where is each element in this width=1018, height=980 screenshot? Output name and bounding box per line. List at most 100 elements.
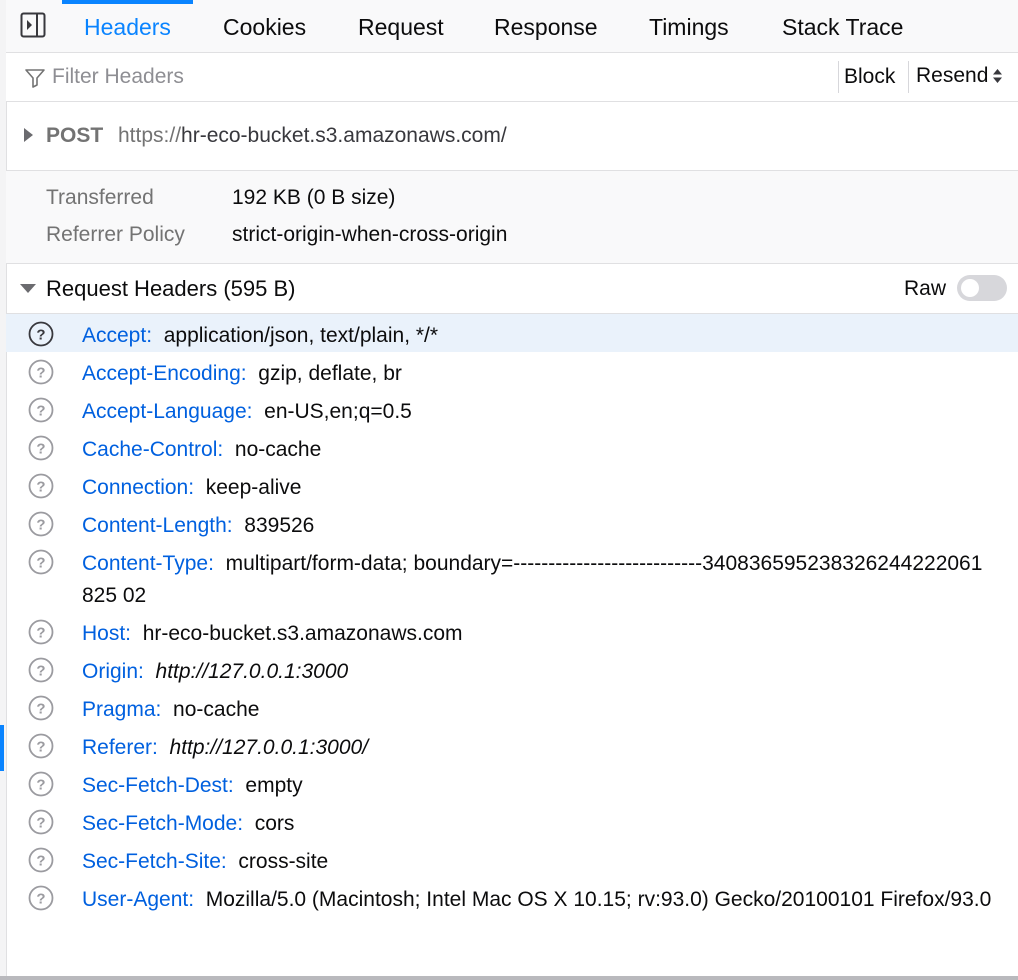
header-name: Referer:	[82, 736, 158, 759]
help-circle-icon[interactable]: ?	[28, 549, 54, 575]
svg-text:?: ?	[36, 365, 45, 382]
help-circle-icon[interactable]: ?	[28, 733, 54, 759]
header-value: cross-site	[238, 850, 329, 873]
header-row[interactable]: ? Origin: http://127.0.0.1:3000	[6, 650, 1018, 688]
header-row[interactable]: ? Sec-Fetch-Mode: cors	[6, 802, 1018, 840]
tab-timings[interactable]: Timings	[649, 0, 729, 52]
help-circle-icon[interactable]: ?	[28, 619, 54, 645]
header-value: 839526	[244, 514, 315, 537]
svg-text:?: ?	[36, 815, 45, 832]
help-circle-icon[interactable]: ?	[28, 473, 54, 499]
help-circle-icon[interactable]: ?	[28, 511, 54, 537]
bottom-edge	[0, 976, 1018, 980]
tab-request[interactable]: Request	[358, 0, 444, 52]
header-name: Content-Type:	[82, 552, 214, 575]
url-scheme: https://	[118, 124, 182, 147]
help-circle-icon[interactable]: ?	[28, 847, 54, 873]
header-value: no-cache	[173, 698, 260, 721]
header-value: http://127.0.0.1:3000	[155, 660, 349, 683]
header-name: Accept-Language:	[82, 400, 253, 423]
help-circle-icon[interactable]: ?	[28, 435, 54, 461]
header-name: Connection:	[82, 476, 195, 499]
header-row[interactable]: ? Content-Length: 839526	[6, 504, 1018, 542]
help-circle-icon[interactable]: ?	[28, 397, 54, 423]
header-row[interactable]: ? Sec-Fetch-Dest: empty	[6, 764, 1018, 802]
header-text: Sec-Fetch-Dest: empty	[82, 770, 992, 802]
resend-label: Resend	[916, 64, 989, 87]
header-name: Sec-Fetch-Dest:	[82, 774, 234, 797]
header-value: http://127.0.0.1:3000/	[169, 736, 369, 759]
svg-text:?: ?	[36, 853, 45, 870]
help-circle-icon[interactable]: ?	[28, 321, 54, 347]
svg-text:?: ?	[36, 891, 45, 908]
header-text: Origin: http://127.0.0.1:3000	[82, 656, 992, 688]
sidebar-toggle-icon[interactable]	[20, 12, 46, 38]
header-name: User-Agent:	[82, 888, 195, 911]
raw-toggle[interactable]	[957, 275, 1007, 301]
expand-triangle-icon[interactable]	[24, 128, 33, 142]
header-row[interactable]: ? Sec-Fetch-Site: cross-site	[6, 840, 1018, 878]
raw-label: Raw	[904, 277, 947, 300]
header-text: User-Agent: Mozilla/5.0 (Macintosh; Intel…	[82, 884, 992, 916]
resend-button[interactable]: Resend	[916, 53, 1003, 101]
header-value: hr-eco-bucket.s3.amazonaws.com	[142, 622, 463, 645]
header-name: Pragma:	[82, 698, 162, 721]
divider	[838, 61, 839, 93]
filter-headers-input[interactable]	[52, 61, 832, 93]
header-row[interactable]: ? User-Agent: Mozilla/5.0 (Macintosh; Inte…	[6, 878, 1018, 948]
request-headers-section-header[interactable]: Request Headers (595 B) Raw	[6, 264, 1018, 314]
referrer-policy-label: Referrer Policy	[46, 223, 185, 246]
transferred-value: 192 KB (0 B size)	[232, 186, 396, 209]
block-button[interactable]: Block	[844, 53, 895, 101]
collapse-triangle-icon[interactable]	[20, 284, 36, 293]
help-circle-icon[interactable]: ?	[28, 695, 54, 721]
tab-cookies[interactable]: Cookies	[223, 0, 306, 52]
header-value: no-cache	[234, 438, 322, 461]
help-circle-icon[interactable]: ?	[28, 771, 54, 797]
header-text: Content-Length: 839526	[82, 510, 992, 542]
filter-icon	[24, 67, 46, 89]
svg-text:?: ?	[36, 403, 45, 420]
left-panel-selection-marker	[0, 725, 4, 771]
svg-text:?: ?	[36, 739, 45, 756]
transferred-label: Transferred	[46, 186, 154, 209]
header-text: Sec-Fetch-Mode: cors	[82, 808, 992, 840]
url-host-path: hr-eco-bucket.s3.amazonaws.com/	[181, 124, 507, 147]
help-circle-icon[interactable]: ?	[28, 359, 54, 385]
header-row[interactable]: ? Accept-Language: en-US,en;q=0.5	[6, 390, 1018, 428]
header-text: Referer: http://127.0.0.1:3000/	[82, 732, 992, 764]
header-row[interactable]: ? Host: hr-eco-bucket.s3.amazonaws.com	[6, 612, 1018, 650]
header-value: Mozilla/5.0 (Macintosh; Intel Mac OS X 1…	[205, 888, 992, 911]
header-name: Cache-Control:	[82, 438, 224, 461]
header-name: Sec-Fetch-Site:	[82, 850, 227, 873]
header-text: Accept-Encoding: gzip, deflate, br	[82, 358, 992, 390]
tab-bar: Headers Cookies Request Response Timings…	[6, 0, 1018, 53]
tab-stack-trace[interactable]: Stack Trace	[782, 0, 903, 52]
filter-bar: Block Resend	[6, 53, 1018, 102]
request-summary[interactable]: POST https://hr-eco-bucket.s3.amazonaws.…	[6, 102, 1018, 171]
header-value: gzip, deflate, br	[258, 362, 402, 385]
tab-headers[interactable]: Headers	[62, 0, 193, 52]
help-circle-icon[interactable]: ?	[28, 657, 54, 683]
header-row[interactable]: ? Content-Type: multipart/form-data; bound…	[6, 542, 1018, 612]
header-row[interactable]: ? Accept-Encoding: gzip, deflate, br	[6, 352, 1018, 390]
help-circle-icon[interactable]: ?	[28, 809, 54, 835]
help-circle-icon[interactable]: ?	[28, 885, 54, 911]
header-row[interactable]: ? Accept: application/json, text/plain, */…	[6, 314, 1018, 352]
header-text: Accept-Language: en-US,en;q=0.5	[82, 396, 992, 428]
svg-text:?: ?	[36, 517, 45, 534]
header-text: Cache-Control: no-cache	[82, 434, 992, 466]
toggle-knob	[961, 279, 979, 297]
header-name: Content-Length:	[82, 514, 233, 537]
header-row[interactable]: ? Connection: keep-alive	[6, 466, 1018, 504]
header-name: Accept-Encoding:	[82, 362, 247, 385]
tab-response[interactable]: Response	[494, 0, 598, 52]
header-row[interactable]: ? Referer: http://127.0.0.1:3000/	[6, 726, 1018, 764]
header-value: cors	[254, 812, 295, 835]
header-row[interactable]: ? Cache-Control: no-cache	[6, 428, 1018, 466]
header-value: keep-alive	[205, 476, 302, 499]
header-row[interactable]: ? Pragma: no-cache	[6, 688, 1018, 726]
svg-text:?: ?	[36, 327, 45, 344]
header-value: empty	[245, 774, 303, 797]
request-headers-title: Request Headers (595 B)	[46, 276, 296, 301]
